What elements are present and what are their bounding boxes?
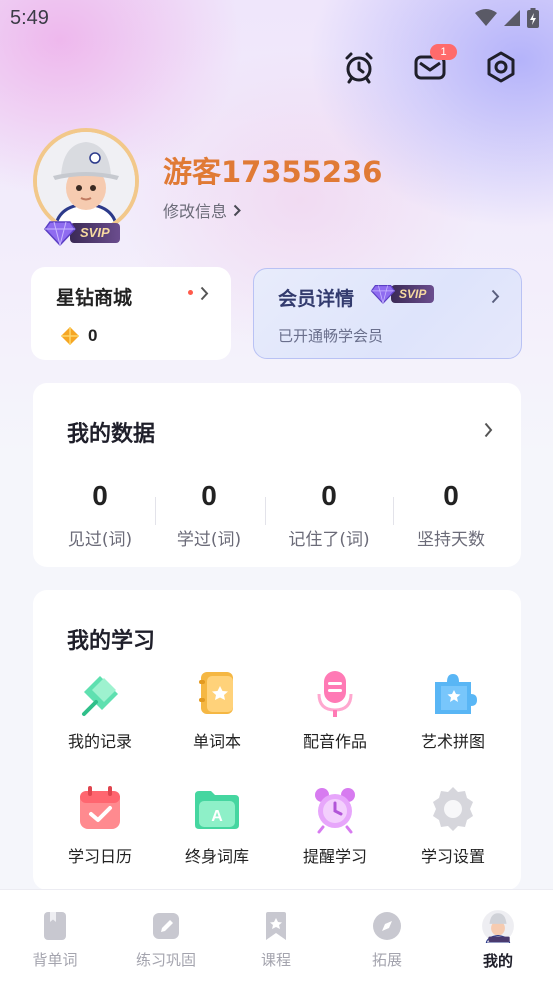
username: 游客17355236 <box>163 155 383 189</box>
lifetime-vocab-label: 终身词库 <box>184 847 249 866</box>
svip-badge: SVIP <box>44 220 128 246</box>
member-status-text: 已开通畅学会员 <box>278 327 384 345</box>
study-reminder-item[interactable]: 提醒学习 <box>280 783 390 867</box>
study-reminder-label: 提醒学习 <box>302 847 367 866</box>
wifi-icon <box>475 9 497 26</box>
notebook-icon <box>199 672 233 714</box>
battery-icon <box>527 8 539 28</box>
alarm-clock-icon <box>345 52 373 84</box>
stat-streak-label: 坚持天数 <box>417 530 485 550</box>
chevron-right-icon <box>484 422 493 438</box>
nav-label: 背单词 <box>32 951 78 969</box>
nav-label: 练习巩固 <box>135 951 196 969</box>
member-svip-label: SVIP <box>391 285 435 303</box>
svg-text:A: A <box>211 808 223 825</box>
lifetime-vocab-item[interactable]: A 终身词库 <box>162 783 272 867</box>
chevron-right-icon <box>233 204 241 216</box>
my-records-label: 我的记录 <box>67 732 132 751</box>
stat-divider <box>155 497 156 525</box>
gear-icon <box>433 787 473 831</box>
settings-button[interactable] <box>483 49 519 85</box>
stat-seen-value: 0 <box>92 480 108 511</box>
member-svip-badge: SVIP <box>370 284 435 304</box>
message-count-badge: 1 <box>430 44 457 60</box>
nav-tab-practice[interactable]: 练习巩固 <box>111 890 221 983</box>
stat-streak-value: 0 <box>443 480 459 511</box>
stat-remembered-label: 记住了(词) <box>288 530 370 550</box>
notification-dot <box>188 290 193 295</box>
bottom-navigation: 背单词 练习巩固 课程 拓展 我的 <box>0 889 553 983</box>
study-settings-label: 学习设置 <box>420 847 485 866</box>
settings-hexagon-icon <box>487 51 515 83</box>
dubbing-works-label: 配音作品 <box>302 732 367 751</box>
my-records-item[interactable]: 我的记录 <box>45 668 155 752</box>
study-calendar-item[interactable]: 学习日历 <box>45 783 155 867</box>
nav-tab-mine[interactable]: 我的 <box>443 890 553 983</box>
compass-icon <box>373 912 401 940</box>
stat-seen-label: 见过(词) <box>67 530 133 550</box>
avatar[interactable] <box>33 128 139 234</box>
diamond-icon <box>44 221 76 246</box>
study-settings-item[interactable]: 学习设置 <box>398 783 508 867</box>
alarm-button[interactable] <box>341 49 377 85</box>
diamond-store-card[interactable] <box>31 267 231 360</box>
wordbook-label: 单词本 <box>192 732 241 751</box>
nav-tab-memorize-words[interactable]: 背单词 <box>0 890 110 983</box>
signal-icon <box>504 10 520 26</box>
stat-remembered-value: 0 <box>321 480 337 511</box>
chevron-right-icon <box>491 289 500 304</box>
my-study-title: 我的学习 <box>67 629 156 654</box>
pin-icon <box>82 676 118 716</box>
nav-label: 我的 <box>482 952 513 970</box>
art-puzzle-item[interactable]: 艺术拼图 <box>398 668 508 752</box>
pencil-icon <box>153 913 179 939</box>
status-bar-time: 5:49 <box>10 7 49 29</box>
status-bar-icons <box>475 8 539 28</box>
puzzle-icon <box>435 674 477 714</box>
diamond-icon <box>370 284 396 304</box>
diamond-currency-icon <box>61 327 79 345</box>
edit-info-label: 修改信息 <box>163 202 228 221</box>
stat-studied-value: 0 <box>201 480 217 511</box>
edit-info-link[interactable]: 修改信息 <box>163 198 241 222</box>
microphone-icon <box>317 671 353 717</box>
nav-tab-courses[interactable]: 课程 <box>221 890 331 983</box>
diamond-count: 0 <box>88 326 98 345</box>
messages-button[interactable]: 1 <box>412 44 457 85</box>
stat-studied-label: 学过(词) <box>176 530 242 550</box>
folder-icon: A <box>195 791 239 829</box>
dubbing-works-item[interactable]: 配音作品 <box>280 668 390 752</box>
study-calendar-label: 学习日历 <box>67 847 132 866</box>
calendar-icon <box>80 786 120 829</box>
nav-label: 拓展 <box>371 951 402 969</box>
svip-badge-label: SVIP <box>70 223 120 243</box>
avatar-icon <box>482 910 514 943</box>
art-puzzle-label: 艺术拼图 <box>420 732 485 751</box>
avatar-image <box>37 132 135 230</box>
my-data-title: 我的数据 <box>67 422 156 447</box>
bookmark-icon <box>266 912 286 940</box>
chevron-right-icon <box>200 286 209 301</box>
book-icon <box>44 912 66 940</box>
alarm-clock-icon <box>315 788 355 834</box>
nav-tab-explore[interactable]: 拓展 <box>332 890 442 983</box>
nav-label: 课程 <box>260 951 291 969</box>
diamond-store-title: 星钻商城 <box>56 287 133 309</box>
wordbook-item[interactable]: 单词本 <box>162 668 272 752</box>
stat-divider <box>265 497 266 525</box>
member-details-title: 会员详情 <box>278 288 355 310</box>
stat-divider <box>393 497 394 525</box>
